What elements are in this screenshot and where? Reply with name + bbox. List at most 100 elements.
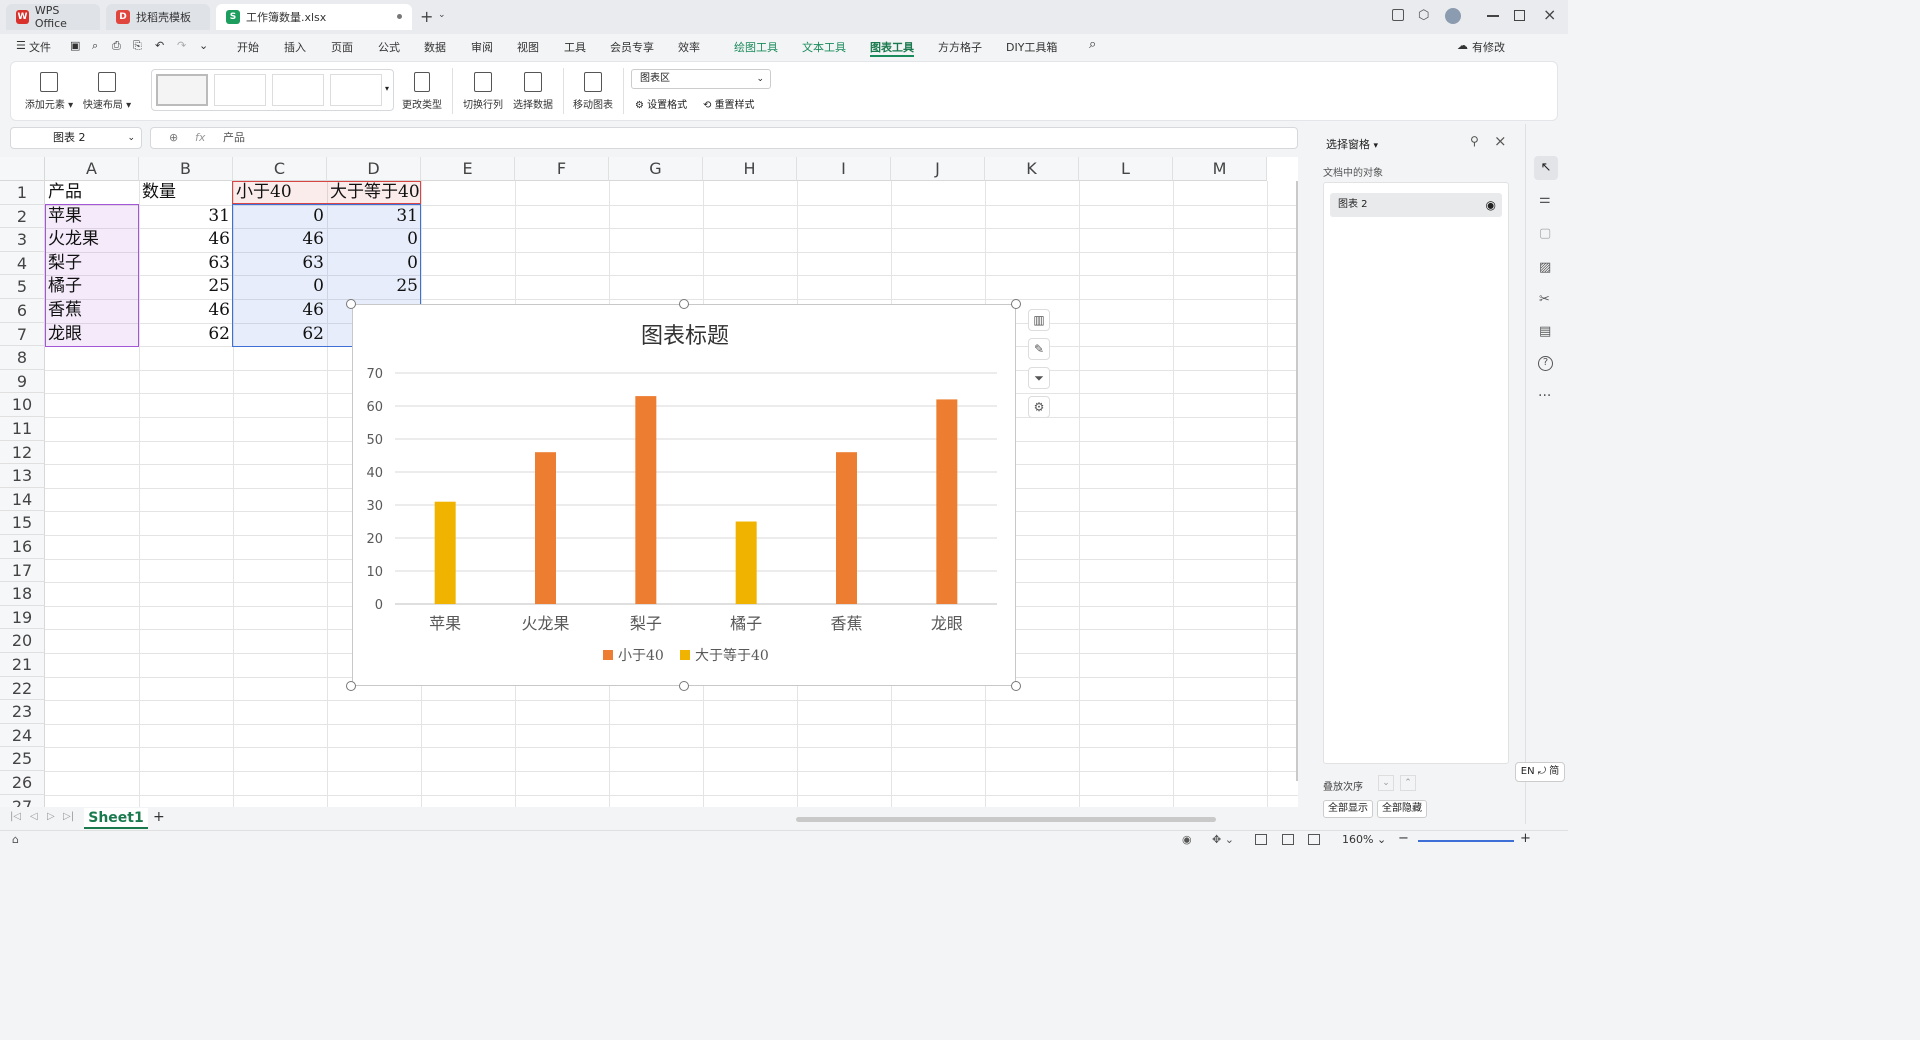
save-icon[interactable]: ▣ (70, 39, 80, 52)
row-header-23[interactable]: 23 (0, 700, 45, 724)
tab-dot-icon[interactable] (397, 14, 402, 19)
reset-style-button[interactable]: ⟲ 重置样式 (703, 96, 755, 111)
row-header-12[interactable]: 12 (0, 440, 45, 465)
menu-data[interactable]: 数据 (424, 39, 446, 55)
maximize-icon[interactable] (1514, 10, 1525, 21)
position-icon[interactable]: ✥ ⌄ (1212, 833, 1234, 846)
zoom-out-button[interactable]: − (1398, 831, 1409, 846)
move-up-button[interactable]: ⌃ (1400, 775, 1416, 791)
chart-element-select[interactable]: 图表区 ⌄ (631, 69, 771, 89)
macro-icon[interactable]: ⌂ (12, 833, 19, 846)
cell-d1[interactable]: 大于等于40 (327, 181, 421, 205)
column-header-e[interactable]: E (421, 157, 515, 181)
first-sheet-icon[interactable]: |◁ (10, 811, 21, 822)
row-header-16[interactable]: 16 (0, 535, 45, 559)
menu-text-tools[interactable]: 文本工具 (802, 39, 846, 55)
column-header-c[interactable]: C (233, 157, 327, 181)
fx-icon[interactable]: fx (195, 128, 205, 148)
cell-b6[interactable]: 46 (139, 299, 233, 323)
cube-icon[interactable]: ⬡ (1418, 8, 1429, 23)
zoom-formula-icon[interactable]: ⊕ (169, 128, 178, 148)
eye-icon[interactable]: ◉ (1486, 193, 1496, 217)
print-icon[interactable]: ⎙ (112, 39, 121, 53)
chevron-down-icon[interactable]: ▾ (1374, 141, 1379, 151)
row-header-7[interactable]: 7 (0, 322, 45, 347)
resize-handle-b[interactable] (679, 681, 689, 691)
more-icon[interactable]: ··· (1538, 388, 1551, 404)
menu-chart-tools[interactable]: 图表工具 (870, 39, 914, 55)
row-header-13[interactable]: 13 (0, 464, 45, 488)
select-all-corner[interactable] (0, 157, 45, 181)
cell-c2[interactable]: 0 (233, 205, 327, 229)
column-header-j[interactable]: J (891, 157, 985, 181)
resize-handle-t[interactable] (679, 299, 689, 309)
cell-d4[interactable]: 0 (327, 252, 421, 276)
tab-docer-templates[interactable]: D 找稻壳模板 (106, 4, 210, 30)
eye-protect-icon[interactable]: ◉ (1182, 833, 1192, 846)
cell-a7[interactable]: 龙眼 (45, 323, 139, 347)
cell-a6[interactable]: 香蕉 (45, 299, 139, 323)
resize-handle-br[interactable] (1011, 681, 1021, 691)
redo-icon[interactable]: ↷ (177, 39, 186, 52)
search-icon[interactable]: ⌕ (1089, 37, 1096, 52)
add-sheet-button[interactable]: + (153, 809, 165, 825)
row-header-20[interactable]: 20 (0, 629, 45, 653)
row-header-26[interactable]: 26 (0, 771, 45, 795)
last-sheet-icon[interactable]: ▷| (63, 811, 74, 822)
row-header-19[interactable]: 19 (0, 605, 45, 630)
row-header-2[interactable]: 2 (0, 204, 45, 229)
column-header-a[interactable]: A (45, 157, 139, 181)
sheet-tab-sheet1[interactable]: Sheet1 (84, 808, 148, 829)
row-header-3[interactable]: 3 (0, 228, 45, 252)
column-header-m[interactable]: M (1173, 157, 1267, 181)
comment-icon[interactable]: ▢ (1539, 226, 1551, 241)
cell-b1[interactable]: 数量 (139, 181, 233, 205)
chart-filter-button[interactable]: ⏷ (1028, 367, 1050, 389)
chart-settings-button[interactable]: ⚙ (1028, 396, 1050, 418)
row-header-15[interactable]: 15 (0, 511, 45, 535)
row-header-25[interactable]: 25 (0, 747, 45, 771)
zoom-in-button[interactable]: + (1520, 831, 1531, 846)
resize-handle-tr[interactable] (1011, 299, 1021, 309)
row-header-11[interactable]: 11 (0, 417, 45, 441)
chart-style-button[interactable]: ✎ (1028, 338, 1050, 360)
row-header-22[interactable]: 22 (0, 676, 45, 701)
cell-b3[interactable]: 46 (139, 228, 233, 252)
select-data-button[interactable]: 选择数据 (510, 72, 556, 111)
cell-d2[interactable]: 31 (327, 205, 421, 229)
minimize-icon[interactable] (1487, 15, 1499, 17)
chart-style-1[interactable] (156, 74, 208, 106)
column-header-l[interactable]: L (1079, 157, 1173, 181)
tab-list-chevron-icon[interactable]: ⌄ (438, 10, 446, 20)
cell-a1[interactable]: 产品 (45, 181, 139, 205)
more-quick-icon[interactable]: ⌄ (199, 39, 208, 52)
help-icon[interactable]: ? (1538, 356, 1553, 371)
column-header-d[interactable]: D (327, 157, 421, 181)
undo-icon[interactable]: ↶ (155, 39, 164, 52)
cell-c7[interactable]: 62 (233, 323, 327, 347)
print-preview-icon[interactable]: ⎘ (133, 39, 142, 53)
cell-b4[interactable]: 63 (139, 252, 233, 276)
quick-layout-button[interactable]: 快速布局 ▾ (81, 72, 133, 111)
tab-workbook[interactable]: S 工作簿数量.xlsx (216, 4, 412, 30)
next-sheet-icon[interactable]: ▷ (47, 811, 55, 822)
move-down-button[interactable]: ⌄ (1378, 775, 1394, 791)
book-icon[interactable]: ▤ (1539, 324, 1551, 339)
column-header-f[interactable]: F (515, 157, 609, 181)
zoom-slider[interactable] (1418, 840, 1514, 842)
cell-b5[interactable]: 25 (139, 275, 233, 299)
column-header-i[interactable]: I (797, 157, 891, 181)
row-header-18[interactable]: 18 (0, 582, 45, 606)
image-icon[interactable]: ▨ (1539, 260, 1551, 275)
vertical-scrollbar[interactable] (1296, 181, 1298, 781)
avatar[interactable] (1445, 8, 1461, 24)
menu-view[interactable]: 视图 (517, 39, 539, 55)
row-header-8[interactable]: 8 (0, 346, 45, 370)
hamburger-menu-icon[interactable]: ☰ (16, 39, 26, 52)
column-header-b[interactable]: B (139, 157, 233, 181)
menu-review[interactable]: 审阅 (471, 39, 493, 55)
menu-diy-toolbox[interactable]: DIY工具箱 (1006, 39, 1057, 55)
row-header-1[interactable]: 1 (0, 181, 45, 205)
page-break-view-icon[interactable] (1282, 834, 1294, 845)
select-cursor-icon[interactable]: ↖ (1534, 156, 1558, 180)
